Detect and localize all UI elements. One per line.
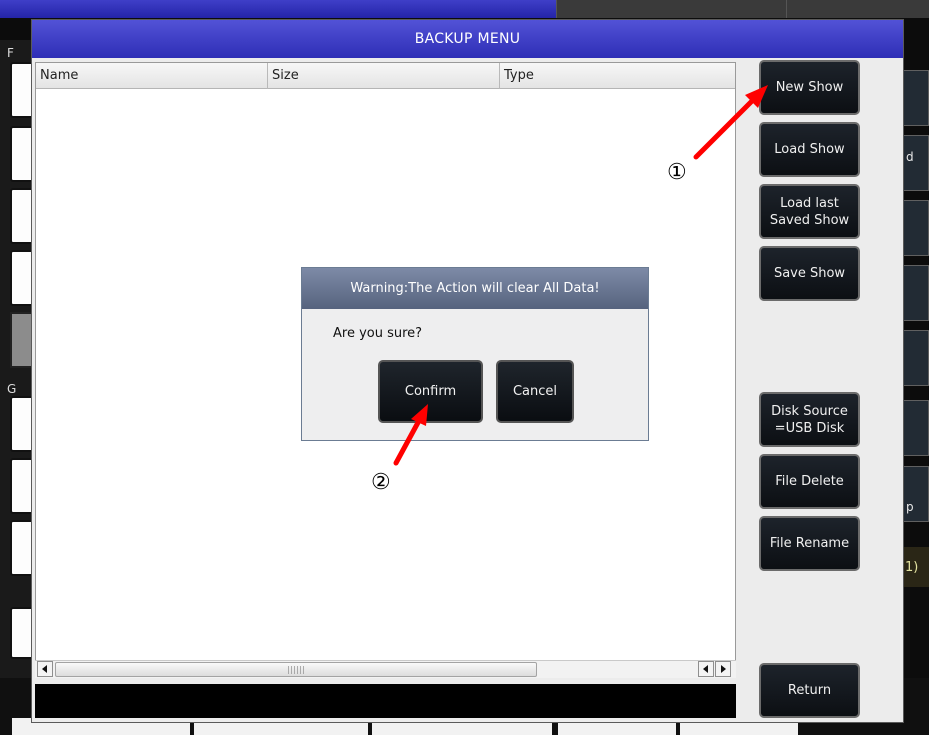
arrow-icon xyxy=(693,85,768,160)
step-2-label: ② xyxy=(371,470,391,495)
annotation-overlay xyxy=(393,85,768,466)
step-1-label: ① xyxy=(667,160,687,185)
arrow-icon xyxy=(393,404,428,466)
